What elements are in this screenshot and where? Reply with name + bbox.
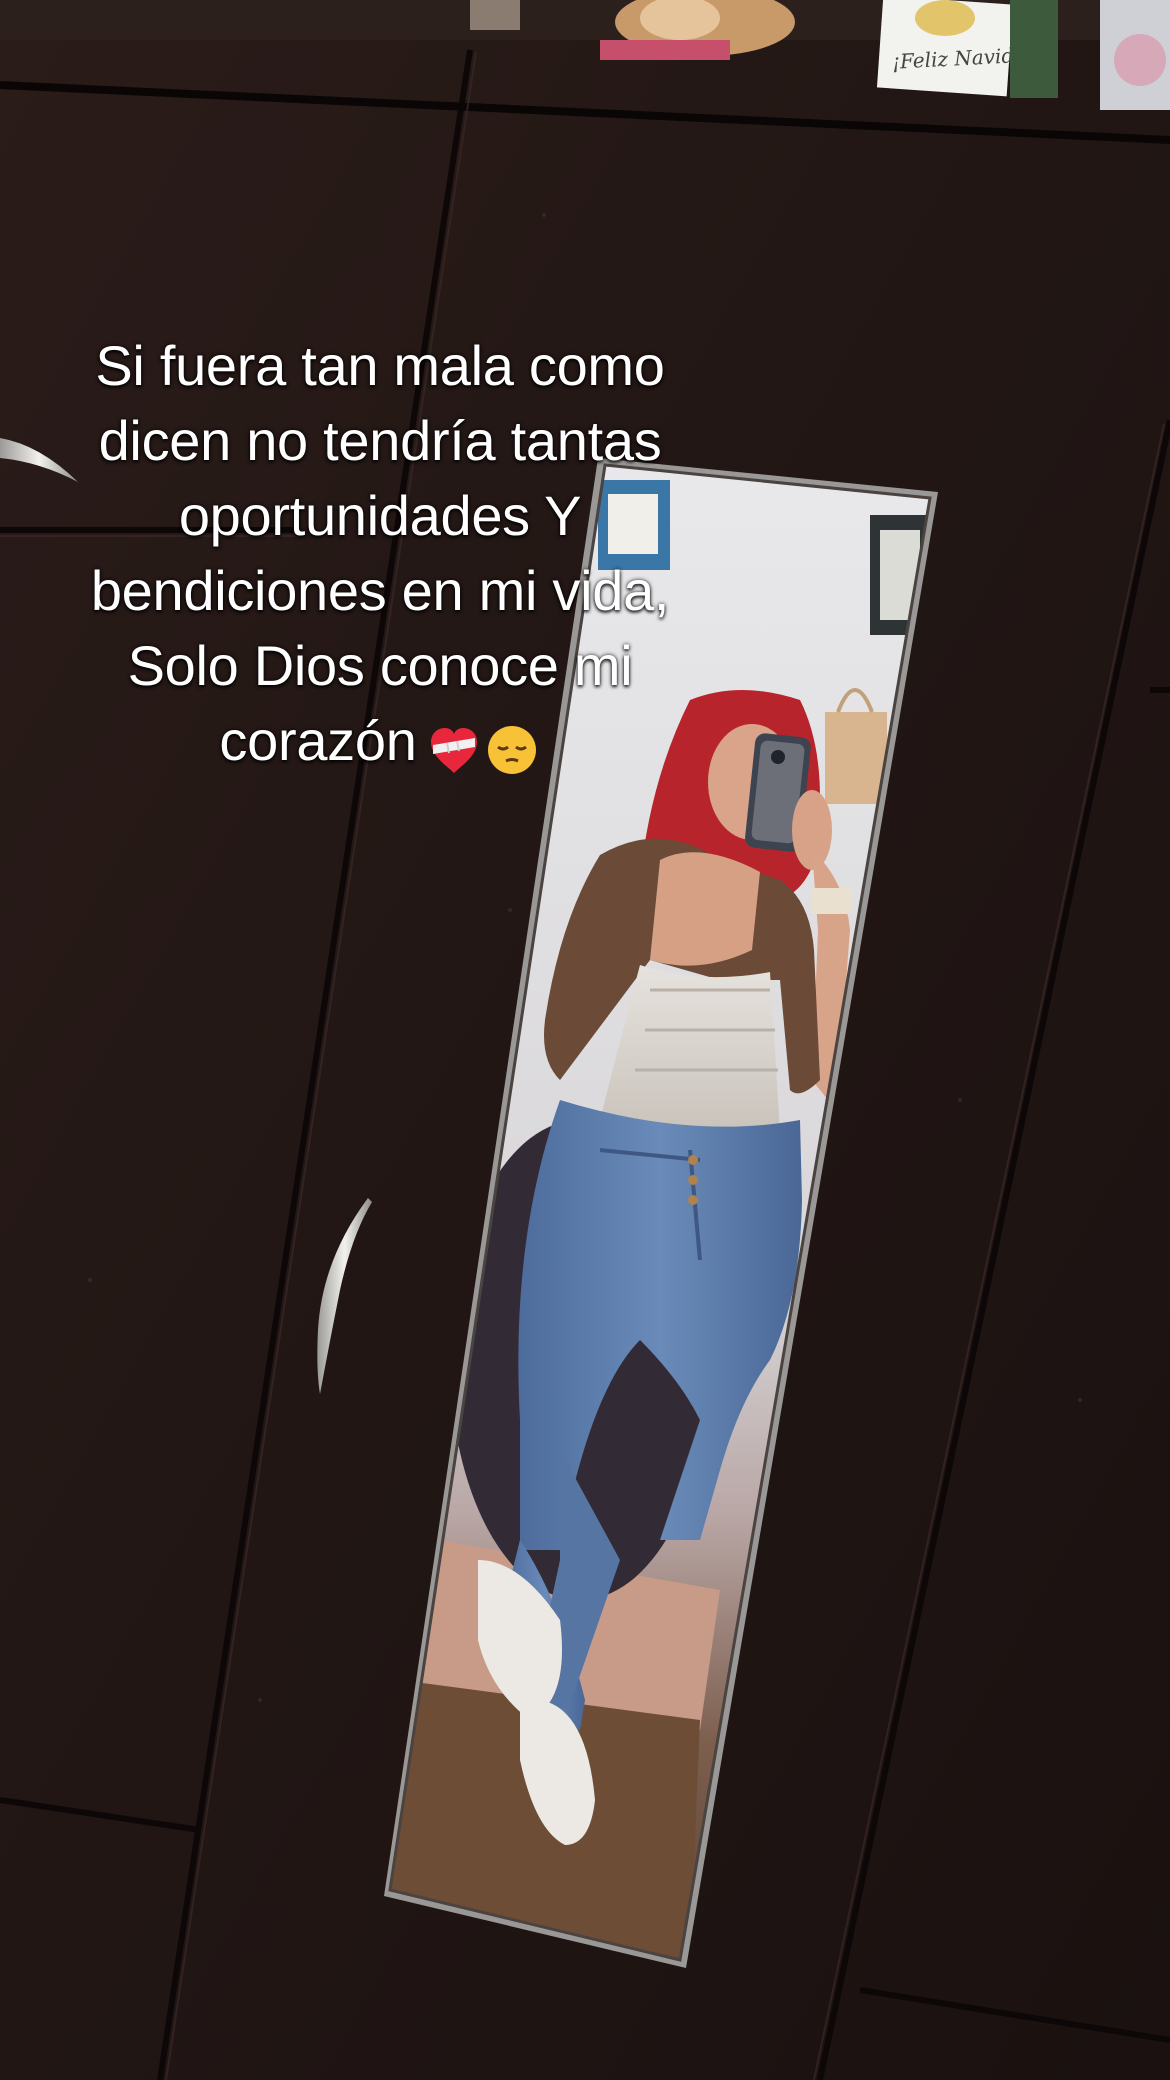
caption-emojis (425, 708, 541, 783)
caption-line-5: Solo Dios conoce mi (127, 634, 633, 697)
caption-line-6-wrapper: corazón (20, 703, 740, 783)
caption-line-4: bendiciones en mi vida, (90, 559, 670, 622)
story-caption: Si fuera tan mala como dicen no tendría … (20, 328, 740, 783)
caption-line-1: Si fuera tan mala como (95, 334, 665, 397)
photo-illustration: ¡Feliz Navidad! (0, 0, 1170, 2080)
pensive-face-icon (485, 723, 539, 777)
caption-line-3: oportunidades Y (178, 484, 582, 547)
caption-line-2: dicen no tendría tantas (98, 409, 662, 472)
mirror-selfie-photo: ¡Feliz Navidad! Si fuera tan mala como d… (0, 0, 1170, 2080)
caption-line-6: corazón (219, 709, 417, 772)
mending-heart-icon (427, 723, 481, 777)
